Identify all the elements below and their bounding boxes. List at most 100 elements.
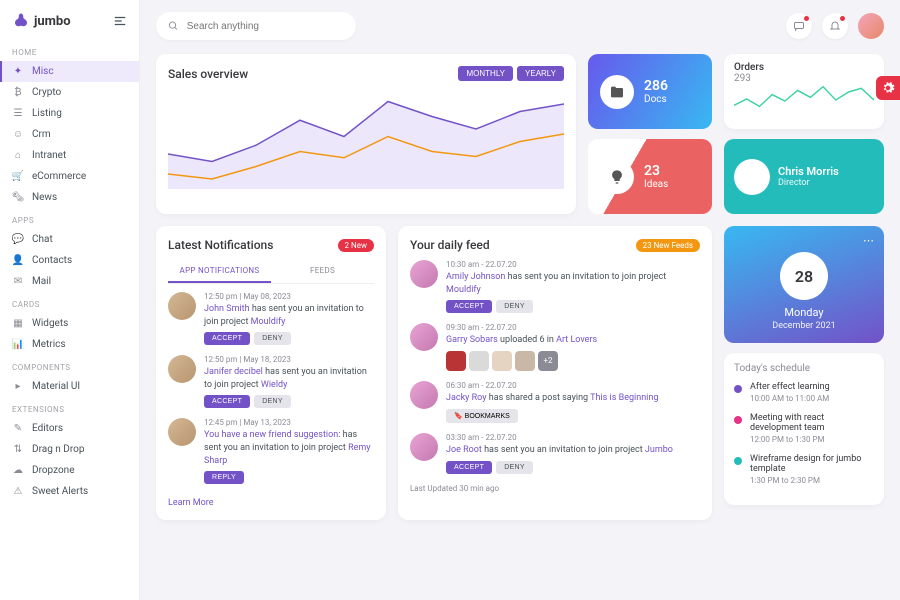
tab-feeds[interactable]: FEEDS bbox=[271, 260, 374, 283]
schedule-time: 1:30 PM to 2:30 PM bbox=[750, 476, 874, 485]
nav-icon: ⚠ bbox=[12, 486, 24, 497]
notif-time: 12:45 pm | May 13, 2023 bbox=[204, 418, 374, 427]
sidebar-item-sweet-alerts[interactable]: ⚠Sweet Alerts bbox=[0, 481, 139, 502]
deny-button[interactable]: DENY bbox=[254, 332, 291, 345]
nav-label: Drag n Drop bbox=[32, 444, 84, 455]
user-avatar[interactable] bbox=[858, 13, 884, 39]
brand-name: jumbo bbox=[34, 14, 71, 29]
avatar bbox=[168, 292, 196, 320]
sidebar-item-material-ui[interactable]: ▸Material UI bbox=[0, 376, 139, 397]
schedule-item[interactable]: After effect learning10:00 AM to 11:00 A… bbox=[734, 382, 874, 403]
menu-toggle-icon[interactable] bbox=[113, 14, 127, 28]
schedule-title: Wireframe design for jumbo template bbox=[750, 454, 874, 474]
schedule-dot bbox=[734, 457, 742, 465]
sidebar-item-news[interactable]: 🗞News bbox=[0, 187, 139, 208]
message-icon bbox=[793, 20, 805, 32]
deny-button[interactable]: DENY bbox=[254, 395, 291, 408]
orders-card[interactable]: Orders 293 bbox=[724, 54, 884, 129]
sidebar-item-metrics[interactable]: 📊Metrics bbox=[0, 334, 139, 355]
nav-heading: APPS bbox=[0, 208, 139, 229]
sales-chart bbox=[168, 89, 564, 189]
feed-time: 09:30 am - 22.07.20 bbox=[446, 323, 700, 332]
search-input[interactable] bbox=[187, 21, 344, 32]
person-card[interactable]: Chris Morris Director bbox=[724, 139, 884, 214]
nav-label: News bbox=[32, 192, 57, 203]
logo[interactable]: jumbo bbox=[12, 12, 71, 30]
thumbnail[interactable] bbox=[469, 351, 489, 371]
yearly-button[interactable]: YEARLY bbox=[517, 66, 564, 81]
main-content: Sales overview MONTHLY YEARLY 286 bbox=[140, 0, 900, 600]
accept-button[interactable]: ACCEPT bbox=[446, 300, 492, 313]
ideas-count: 23 bbox=[644, 163, 668, 179]
sidebar-item-misc[interactable]: ✦Misc bbox=[0, 61, 139, 82]
feed-title: Your daily feed bbox=[410, 238, 490, 252]
feed-text: Joe Root has sent you an invitation to j… bbox=[446, 444, 700, 457]
sidebar-item-listing[interactable]: ☰Listing bbox=[0, 103, 139, 124]
thumbnail[interactable] bbox=[492, 351, 512, 371]
schedule-item[interactable]: Meeting with react development team12:00… bbox=[734, 413, 874, 444]
sidebar-item-dropzone[interactable]: ☁Dropzone bbox=[0, 460, 139, 481]
ideas-stat-card[interactable]: 23 Ideas bbox=[588, 139, 712, 214]
reply-button[interactable]: REPLY bbox=[204, 471, 244, 484]
nav-heading: EXTENSIONS bbox=[0, 397, 139, 418]
accept-button[interactable]: ACCEPT bbox=[446, 461, 492, 474]
calendar-date: 28 bbox=[780, 252, 828, 300]
settings-fab[interactable] bbox=[876, 76, 900, 100]
sidebar-item-drag-n-drop[interactable]: ⇅ Drag n Drop bbox=[0, 439, 139, 460]
feed-text: Jacky Roy has shared a post saying This … bbox=[446, 392, 700, 405]
sidebar-item-widgets[interactable]: ▦Widgets bbox=[0, 313, 139, 334]
sidebar-item-editors[interactable]: ✎Editors bbox=[0, 418, 139, 439]
notification-item: 12:45 pm | May 13, 2023You have a new fr… bbox=[168, 418, 374, 484]
accept-button[interactable]: ACCEPT bbox=[204, 395, 250, 408]
sidebar-item-chat[interactable]: 💬Chat bbox=[0, 229, 139, 250]
learn-more-link[interactable]: Learn More bbox=[168, 498, 214, 508]
bulb-icon bbox=[600, 160, 634, 194]
notification-dot bbox=[804, 16, 809, 21]
orders-chart bbox=[734, 84, 874, 116]
accept-button[interactable]: ACCEPT bbox=[204, 332, 250, 345]
notifications-card: Latest Notifications 2 New APP NOTIFICAT… bbox=[156, 226, 386, 520]
sidebar-item-crypto[interactable]: ₿Crypto bbox=[0, 82, 139, 103]
schedule-item[interactable]: Wireframe design for jumbo template 1:30 … bbox=[734, 454, 874, 485]
nav-label: Misc bbox=[32, 66, 54, 77]
nav-heading: COMPONENTS bbox=[0, 355, 139, 376]
notification-item: 12:50 pm | May 08, 2023John Smith has se… bbox=[168, 292, 374, 345]
bookmarks-button[interactable]: 🔖 BOOKMARKS bbox=[446, 409, 518, 423]
notifications-badge: 2 New bbox=[338, 239, 374, 252]
feed-time: 10:30 am - 22.07.20 bbox=[446, 260, 700, 269]
docs-stat-card[interactable]: 286 Docs bbox=[588, 54, 712, 129]
feed-item: 09:30 am - 22.07.20Garry Sobars uploaded… bbox=[410, 323, 700, 371]
sidebar-item-crm[interactable]: ☺Crm bbox=[0, 124, 139, 145]
thumbnail-more[interactable]: +2 bbox=[538, 351, 558, 371]
sidebar-item-contacts[interactable]: 👤Contacts bbox=[0, 250, 139, 271]
nav-icon: ☺ bbox=[12, 129, 24, 140]
feed-footer: Last Updated 30 min ago bbox=[410, 484, 700, 493]
calendar-menu-icon[interactable]: ⋯ bbox=[863, 234, 874, 247]
nav-icon: ▸ bbox=[12, 381, 24, 392]
nav-label: Chat bbox=[32, 234, 53, 245]
feed-time: 03:30 am - 22.07.20 bbox=[446, 433, 700, 442]
thumbnail[interactable] bbox=[515, 351, 535, 371]
schedule-dot bbox=[734, 385, 742, 393]
notifications-button[interactable] bbox=[822, 13, 848, 39]
nav-icon: 🛒 bbox=[12, 171, 24, 182]
calendar-day: Monday bbox=[736, 306, 872, 319]
sidebar-item-intranet[interactable]: ⌂Intranet bbox=[0, 145, 139, 166]
sidebar-item-mail[interactable]: ✉Mail bbox=[0, 271, 139, 292]
notification-dot bbox=[840, 16, 845, 21]
tab-app-notifications[interactable]: APP NOTIFICATIONS bbox=[168, 260, 271, 283]
nav-label: Widgets bbox=[32, 318, 68, 329]
nav-icon: ✎ bbox=[12, 423, 24, 434]
deny-button[interactable]: DENY bbox=[496, 461, 533, 474]
nav-label: Contacts bbox=[32, 255, 72, 266]
deny-button[interactable]: DENY bbox=[496, 300, 533, 313]
thumbnail[interactable] bbox=[446, 351, 466, 371]
nav-icon: ⇅ bbox=[12, 444, 24, 455]
nav-icon: ⌂ bbox=[12, 150, 24, 161]
search-bar[interactable] bbox=[156, 12, 356, 40]
messages-button[interactable] bbox=[786, 13, 812, 39]
sidebar-item-ecommerce[interactable]: 🛒eCommerce bbox=[0, 166, 139, 187]
nav-label: Listing bbox=[32, 108, 62, 119]
bell-icon bbox=[829, 20, 841, 32]
monthly-button[interactable]: MONTHLY bbox=[458, 66, 513, 81]
